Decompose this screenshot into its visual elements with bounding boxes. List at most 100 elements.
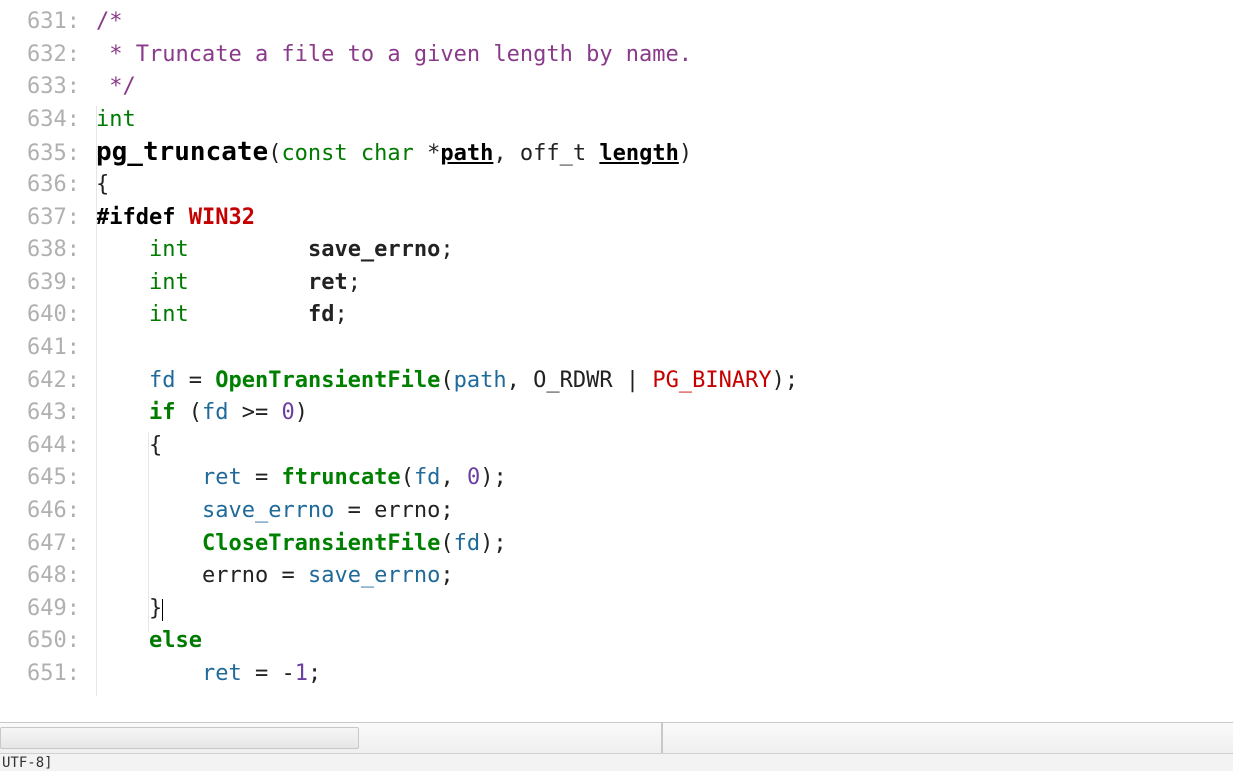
line-number: 639: bbox=[0, 267, 88, 300]
code-content[interactable]: pg_truncate(const char *path, off_t leng… bbox=[88, 136, 692, 171]
code-token: fd bbox=[149, 368, 176, 393]
code-token: /* bbox=[96, 9, 123, 34]
code-line[interactable]: 637:#ifdef WIN32 bbox=[0, 202, 1233, 235]
code-line[interactable]: 633: */ bbox=[0, 71, 1233, 104]
code-line[interactable]: 645: ret = ftruncate(fd, 0); bbox=[0, 462, 1233, 495]
code-token: fd bbox=[308, 302, 335, 327]
code-token: ) bbox=[772, 368, 785, 393]
code-line[interactable]: 641: bbox=[0, 332, 1233, 365]
code-token: ( bbox=[440, 368, 453, 393]
code-token bbox=[96, 302, 149, 327]
code-token: 0 bbox=[281, 400, 294, 425]
code-token: ) bbox=[295, 400, 308, 425]
line-number: 649: bbox=[0, 593, 88, 626]
code-content[interactable]: */ bbox=[88, 71, 136, 104]
code-content[interactable]: int ret; bbox=[88, 267, 361, 300]
code-token: ; bbox=[493, 465, 506, 490]
code-content[interactable]: save_errno = errno; bbox=[88, 495, 454, 528]
code-token: ftruncate bbox=[281, 465, 400, 490]
code-token: , bbox=[493, 141, 506, 166]
code-token bbox=[454, 465, 467, 490]
code-content[interactable]: if (fd >= 0) bbox=[88, 397, 308, 430]
line-number: 636: bbox=[0, 169, 88, 202]
code-line[interactable]: 635:pg_truncate(const char *path, off_t … bbox=[0, 136, 1233, 169]
code-content[interactable]: else bbox=[88, 625, 202, 658]
code-content[interactable]: } bbox=[88, 593, 163, 626]
code-token: length bbox=[599, 141, 678, 166]
code-line[interactable]: 647: CloseTransientFile(fd); bbox=[0, 528, 1233, 561]
code-token: ; bbox=[493, 531, 506, 556]
code-token bbox=[586, 141, 599, 166]
code-token bbox=[639, 368, 652, 393]
code-line[interactable]: 634:int bbox=[0, 104, 1233, 137]
code-token bbox=[96, 368, 149, 393]
code-line[interactable]: 651: ret = -1; bbox=[0, 658, 1233, 691]
code-content[interactable]: ret = -1; bbox=[88, 658, 321, 691]
code-token bbox=[96, 628, 149, 653]
code-token: , bbox=[507, 368, 520, 393]
code-token bbox=[268, 563, 281, 588]
code-content[interactable]: /* bbox=[88, 6, 123, 39]
code-content[interactable]: fd = OpenTransientFile(path, O_RDWR | PG… bbox=[88, 365, 798, 398]
code-line[interactable]: 636: { bbox=[0, 169, 1233, 202]
code-line[interactable]: 639: int ret; bbox=[0, 267, 1233, 300]
code-token: = bbox=[255, 465, 268, 490]
line-number: 647: bbox=[0, 528, 88, 561]
code-token: save_errno bbox=[202, 498, 334, 523]
code-area[interactable]: 631: /* 632: * Truncate a file to a given … bbox=[0, 0, 1233, 690]
code-token: off_t bbox=[520, 141, 586, 166]
code-token: O_RDWR bbox=[533, 368, 612, 393]
code-token: ret bbox=[308, 270, 348, 295]
code-line[interactable]: 642: fd = OpenTransientFile(path, O_RDWR… bbox=[0, 365, 1233, 398]
code-content[interactable]: { bbox=[88, 430, 162, 463]
code-content[interactable]: CloseTransientFile(fd); bbox=[88, 528, 507, 561]
code-token: ) bbox=[679, 141, 692, 166]
code-token bbox=[96, 661, 202, 686]
code-content[interactable]: int fd; bbox=[88, 299, 348, 332]
code-token: ( bbox=[189, 400, 202, 425]
code-line[interactable]: 640: int fd; bbox=[0, 299, 1233, 332]
horizontal-scrollbar-thumb[interactable] bbox=[0, 727, 359, 749]
code-line[interactable]: 646: save_errno = errno; bbox=[0, 495, 1233, 528]
code-line[interactable]: 632: * Truncate a file to a given length… bbox=[0, 39, 1233, 72]
code-editor[interactable]: 631: /* 632: * Truncate a file to a given … bbox=[0, 0, 1233, 721]
code-token: OpenTransientFile bbox=[215, 368, 440, 393]
code-content[interactable]: #ifdef WIN32 bbox=[88, 202, 255, 235]
scrollbar-spacer bbox=[662, 723, 1233, 753]
code-token: { bbox=[96, 172, 109, 197]
horizontal-scrollbar[interactable] bbox=[0, 723, 662, 753]
code-token: save_errno bbox=[308, 237, 440, 262]
code-token: ( bbox=[440, 531, 453, 556]
code-line[interactable]: 644: { bbox=[0, 430, 1233, 463]
code-line[interactable]: 638: int save_errno; bbox=[0, 234, 1233, 267]
code-token: path bbox=[454, 368, 507, 393]
code-line[interactable]: 649: } bbox=[0, 593, 1233, 626]
code-token bbox=[175, 205, 188, 230]
code-content[interactable]: ret = ftruncate(fd, 0); bbox=[88, 462, 507, 495]
code-content[interactable]: int save_errno; bbox=[88, 234, 454, 267]
code-token bbox=[96, 237, 149, 262]
code-content[interactable]: * Truncate a file to a given length by n… bbox=[88, 39, 692, 72]
code-token bbox=[348, 141, 361, 166]
code-token: ; bbox=[308, 661, 321, 686]
line-number: 648: bbox=[0, 560, 88, 593]
code-token bbox=[242, 661, 255, 686]
code-token: ( bbox=[268, 141, 281, 166]
code-token: const bbox=[281, 141, 347, 166]
fold-guide bbox=[96, 106, 97, 696]
code-line[interactable]: 631: /* bbox=[0, 6, 1233, 39]
code-token: save_errno bbox=[308, 563, 440, 588]
code-token: 0 bbox=[467, 465, 480, 490]
code-token: int bbox=[96, 107, 136, 132]
code-line[interactable]: 648: errno = save_errno; bbox=[0, 560, 1233, 593]
code-token: = bbox=[348, 498, 361, 523]
code-token: ( bbox=[401, 465, 414, 490]
code-line[interactable]: 650: else bbox=[0, 625, 1233, 658]
code-token: CloseTransientFile bbox=[202, 531, 440, 556]
code-line[interactable]: 643: if (fd >= 0) bbox=[0, 397, 1233, 430]
line-number: 641: bbox=[0, 332, 88, 365]
line-number: 631: bbox=[0, 6, 88, 39]
code-content[interactable]: errno = save_errno; bbox=[88, 560, 454, 593]
code-token bbox=[242, 465, 255, 490]
code-content[interactable]: { bbox=[88, 169, 109, 202]
